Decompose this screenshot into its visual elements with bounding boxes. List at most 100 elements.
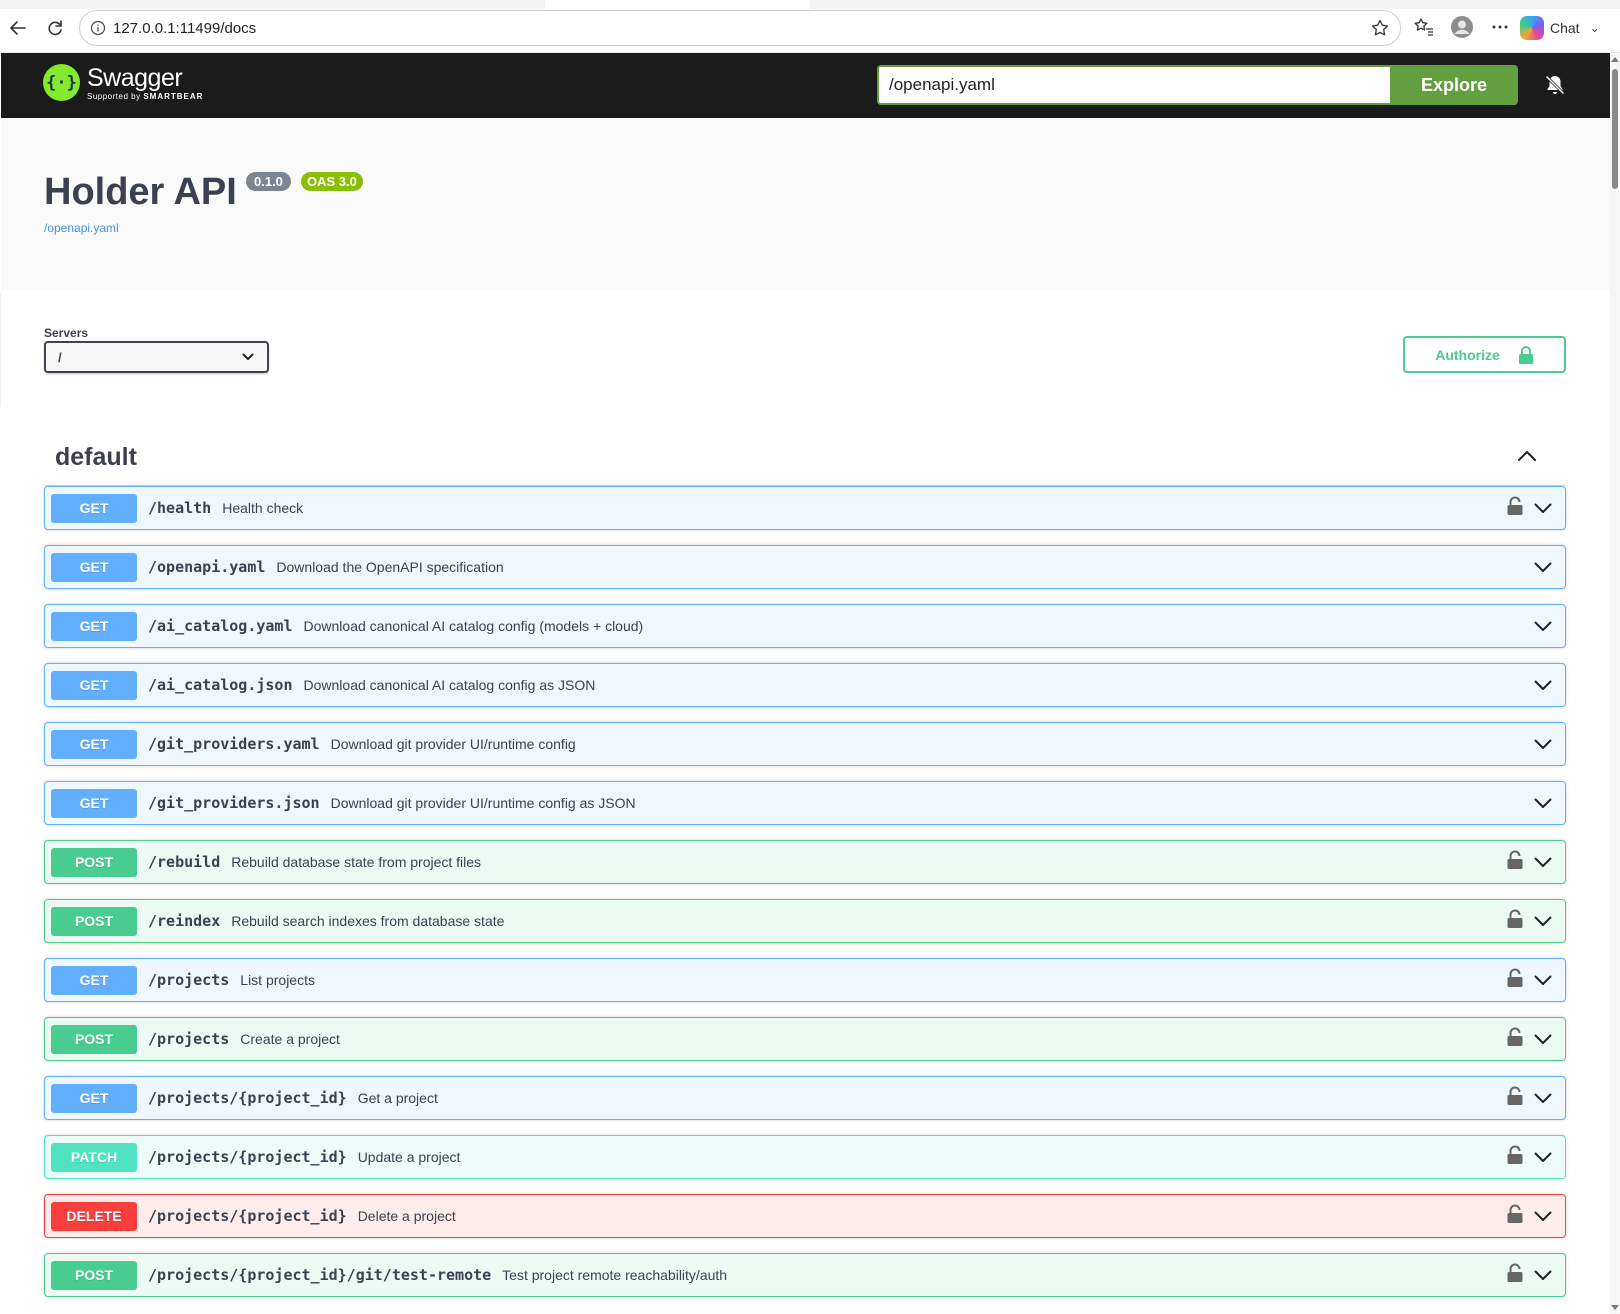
- authorize-label: Authorize: [1435, 346, 1500, 363]
- favorites-icon[interactable]: [1412, 15, 1436, 39]
- method-badge: GET: [51, 729, 137, 759]
- chevron-down-icon: [242, 353, 254, 360]
- operation-delete[interactable]: DELETE/projects/{project_id} Delete a pro…: [44, 1194, 1566, 1238]
- operation-summary: Health check: [222, 500, 304, 516]
- browser-toolbar: 127.0.0.1:11499/docs Chat ⌄: [0, 0, 1620, 53]
- operation-get[interactable]: GET/projects List projects: [44, 958, 1566, 1002]
- url-text[interactable]: 127.0.0.1:11499/docs: [113, 20, 256, 37]
- operation-get[interactable]: GET/ai_catalog.yaml Download canonical AI…: [44, 604, 1566, 648]
- operation-list: GET/health Health check GET/openapi.yaml Do…: [44, 486, 1566, 1312]
- lock-icon[interactable]: [1506, 1027, 1524, 1047]
- servers-label: Servers: [44, 326, 89, 340]
- method-badge: GET: [51, 1083, 137, 1113]
- operation-post[interactable]: POST/projects/{project_id}/git/test-remo…: [44, 1253, 1566, 1297]
- method-badge: GET: [51, 670, 137, 700]
- copilot-chat-button[interactable]: Chat ⌄: [1520, 13, 1602, 43]
- scroll-up-arrow-icon[interactable]: [1611, 57, 1619, 62]
- copilot-icon: [1520, 16, 1544, 40]
- spec-url-input[interactable]: [877, 65, 1390, 105]
- site-info-icon[interactable]: [90, 20, 106, 36]
- swagger-logo-icon: {·}: [43, 64, 80, 101]
- logo-name: Swagger: [87, 63, 183, 92]
- chevron-down-icon[interactable]: [1533, 498, 1553, 518]
- chevron-down-icon[interactable]: [1533, 852, 1553, 872]
- lock-icon[interactable]: [1506, 1263, 1524, 1283]
- operation-summary: Download canonical AI catalog config as …: [303, 677, 596, 693]
- operation-get[interactable]: GET/git_providers.json Download git provi…: [44, 781, 1566, 825]
- operation-summary: Download git provider UI/runtime config: [330, 736, 576, 752]
- operation-path: /projects/{project_id}/git/test-remote: [148, 1266, 492, 1284]
- chevron-down-icon[interactable]: [1533, 1147, 1553, 1167]
- address-bar[interactable]: 127.0.0.1:11499/docs: [79, 10, 1401, 46]
- scheme-container: Servers / Authorize: [1, 290, 1610, 405]
- operation-summary: Get a project: [357, 1090, 438, 1106]
- bell-off-icon[interactable]: [1543, 73, 1567, 97]
- page-scrollbar[interactable]: [1610, 53, 1620, 1314]
- lock-icon[interactable]: [1506, 496, 1524, 516]
- back-icon[interactable]: [6, 16, 30, 40]
- favorite-star-icon[interactable]: [1370, 18, 1390, 38]
- chevron-down-icon[interactable]: [1533, 1265, 1553, 1285]
- more-options-icon[interactable]: [1488, 15, 1512, 39]
- lock-icon[interactable]: [1506, 1145, 1524, 1165]
- operation-patch[interactable]: PATCH/projects/{project_id} Update a proj…: [44, 1135, 1566, 1179]
- operation-summary: Download the OpenAPI specification: [276, 559, 504, 575]
- method-badge: GET: [51, 493, 137, 523]
- operation-get[interactable]: GET/health Health check: [44, 486, 1566, 530]
- method-badge: GET: [51, 552, 137, 582]
- operation-path: /ai_catalog.yaml: [148, 617, 293, 635]
- profile-avatar-icon[interactable]: [1450, 15, 1474, 39]
- operation-summary: Rebuild search indexes from database sta…: [231, 913, 505, 929]
- chevron-down-icon[interactable]: [1533, 1029, 1553, 1049]
- chevron-down-icon[interactable]: [1533, 557, 1553, 577]
- lock-icon[interactable]: [1506, 1204, 1524, 1224]
- scrollbar-thumb[interactable]: [1612, 69, 1618, 189]
- operation-summary: Download canonical AI catalog config (mo…: [303, 618, 644, 634]
- authorize-button[interactable]: Authorize: [1403, 336, 1566, 373]
- lock-icon[interactable]: [1506, 850, 1524, 870]
- method-badge: POST: [51, 1260, 137, 1290]
- active-tab[interactable]: [545, 0, 810, 9]
- operation-summary: Delete a project: [357, 1208, 456, 1224]
- method-badge: PATCH: [51, 1142, 137, 1172]
- operation-get[interactable]: GET/git_providers.yaml Download git provi…: [44, 722, 1566, 766]
- operation-post[interactable]: POST/reindex Rebuild search indexes from …: [44, 899, 1566, 943]
- explore-button[interactable]: Explore: [1390, 65, 1518, 105]
- chevron-down-icon[interactable]: [1533, 675, 1553, 695]
- chevron-up-icon[interactable]: [1516, 445, 1538, 467]
- operation-summary: Test project remote reachability/auth: [502, 1267, 728, 1283]
- lock-icon[interactable]: [1506, 1086, 1524, 1106]
- operation-path: /projects/{project_id}: [148, 1207, 347, 1225]
- chevron-down-icon[interactable]: [1533, 970, 1553, 990]
- operation-summary: List projects: [240, 972, 315, 988]
- reload-icon[interactable]: [43, 16, 67, 40]
- lock-icon: [1518, 345, 1533, 364]
- operation-path: /projects: [148, 1030, 230, 1048]
- chevron-down-icon[interactable]: [1533, 616, 1553, 636]
- operation-post[interactable]: POST/rebuild Rebuild database state from …: [44, 840, 1566, 884]
- operation-path: /ai_catalog.json: [148, 676, 293, 694]
- lock-icon[interactable]: [1506, 968, 1524, 988]
- oas-badge: OAS 3.0: [301, 172, 363, 191]
- chevron-down-icon[interactable]: [1533, 734, 1553, 754]
- chevron-down-icon[interactable]: [1533, 1088, 1553, 1108]
- chevron-down-icon[interactable]: [1533, 1206, 1553, 1226]
- servers-select[interactable]: /: [44, 341, 269, 373]
- scroll-down-arrow-icon[interactable]: [1611, 1305, 1619, 1310]
- tag-name: default: [55, 443, 137, 471]
- operation-get[interactable]: GET/ai_catalog.json Download canonical AI…: [44, 663, 1566, 707]
- operation-get[interactable]: GET/projects/{project_id} Get a project: [44, 1076, 1566, 1120]
- version-badge: 0.1.0: [246, 172, 291, 191]
- operation-summary: Download git provider UI/runtime config …: [330, 795, 636, 811]
- operation-post[interactable]: POST/projects Create a project: [44, 1017, 1566, 1061]
- swagger-logo[interactable]: {·} Swagger Supported by SMARTBEAR: [43, 64, 203, 101]
- chevron-down-icon[interactable]: [1533, 793, 1553, 813]
- spec-link[interactable]: /openapi.yaml: [44, 221, 119, 235]
- chat-label: Chat: [1550, 20, 1580, 36]
- operation-path: /reindex: [148, 912, 221, 930]
- operation-get[interactable]: GET/openapi.yaml Download the OpenAPI spe…: [44, 545, 1566, 589]
- lock-icon[interactable]: [1506, 909, 1524, 929]
- chevron-down-icon[interactable]: [1533, 911, 1553, 931]
- tag-header-default[interactable]: default: [44, 423, 1566, 486]
- operations-section: default GET/health Health check GET/openap…: [1, 405, 1610, 1314]
